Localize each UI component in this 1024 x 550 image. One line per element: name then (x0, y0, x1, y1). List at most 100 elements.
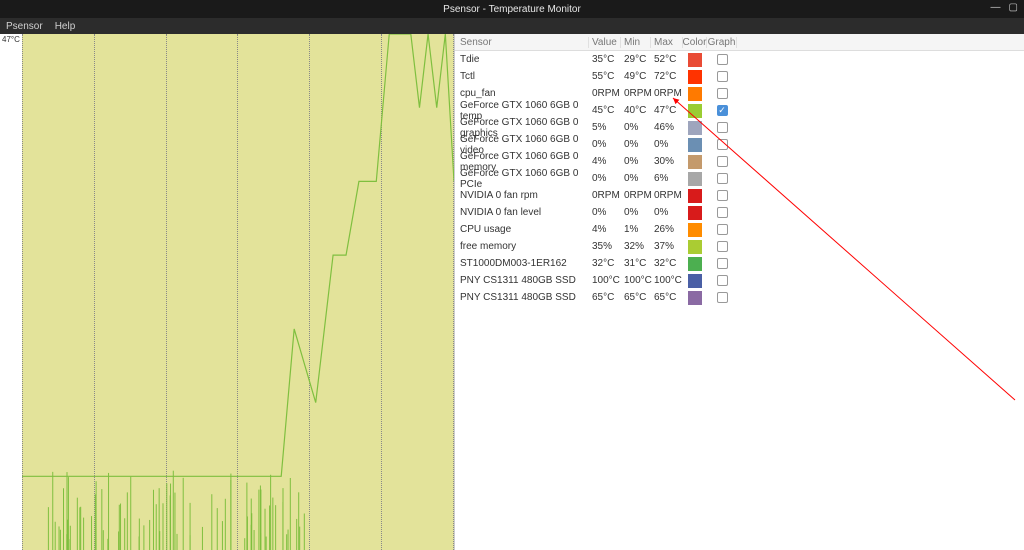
sensor-graph-checkbox[interactable] (707, 224, 737, 235)
sensor-value: 4% (589, 156, 621, 167)
col-value[interactable]: Value (589, 37, 621, 48)
sensor-color-swatch[interactable] (683, 223, 707, 237)
sensor-max: 65°C (651, 292, 683, 303)
col-color[interactable]: Color (683, 37, 707, 48)
sensor-min: 31°C (621, 258, 651, 269)
table-row[interactable]: Tdie35°C29°C52°C (455, 51, 1024, 68)
col-sensor[interactable]: Sensor (457, 37, 589, 48)
sensor-color-swatch[interactable] (683, 104, 707, 118)
sensor-min: 65°C (621, 292, 651, 303)
sensor-min: 0% (621, 207, 651, 218)
table-row[interactable]: PNY CS1311 480GB SSD100°C100°C100°C (455, 272, 1024, 289)
window-titlebar: Psensor - Temperature Monitor — ▢ (0, 0, 1024, 18)
table-row[interactable]: NVIDIA 0 fan rpm0RPM0RPM0RPM (455, 187, 1024, 204)
sensor-min: 40°C (621, 105, 651, 116)
sensor-min: 0% (621, 139, 651, 150)
col-max[interactable]: Max (651, 37, 683, 48)
table-row[interactable]: Tctl55°C49°C72°C (455, 68, 1024, 85)
sensor-graph-checkbox[interactable] (707, 173, 737, 184)
sensor-graph-checkbox[interactable] (707, 258, 737, 269)
sensor-name: ST1000DM003-1ER162 (457, 258, 589, 269)
main-content: 47°C Sensor Value Min Max Color Graph Td… (0, 34, 1024, 550)
sensor-color-swatch[interactable] (683, 206, 707, 220)
sensor-max: 30% (651, 156, 683, 167)
sensor-graph-checkbox[interactable] (707, 54, 737, 65)
sensor-table: Sensor Value Min Max Color Graph Tdie35°… (455, 34, 1024, 550)
sensor-graph-checkbox[interactable] (707, 241, 737, 252)
sensor-graph-checkbox[interactable] (707, 122, 737, 133)
menu-psensor[interactable]: Psensor (6, 21, 43, 32)
sensor-value: 100°C (589, 275, 621, 286)
sensor-graph-checkbox[interactable] (707, 88, 737, 99)
window-maximize-icon[interactable]: ▢ (1009, 2, 1018, 13)
sensor-graph-checkbox[interactable] (707, 190, 737, 201)
sensor-max: 46% (651, 122, 683, 133)
col-graph[interactable]: Graph (707, 37, 737, 48)
sensor-min: 29°C (621, 54, 651, 65)
table-row[interactable]: free memory35%32%37% (455, 238, 1024, 255)
sensor-value: 0RPM (589, 88, 621, 99)
menu-help[interactable]: Help (55, 21, 76, 32)
sensor-color-swatch[interactable] (683, 53, 707, 67)
sensor-max: 47°C (651, 105, 683, 116)
sensor-graph-checkbox[interactable] (707, 156, 737, 167)
sensor-color-swatch[interactable] (683, 257, 707, 271)
sensor-value: 45°C (589, 105, 621, 116)
sensor-name: CPU usage (457, 224, 589, 235)
sensor-color-swatch[interactable] (683, 240, 707, 254)
sensor-color-swatch[interactable] (683, 155, 707, 169)
sensor-name: free memory (457, 241, 589, 252)
sensor-value: 0RPM (589, 190, 621, 201)
sensor-max: 0RPM (651, 190, 683, 201)
sensor-graph-checkbox[interactable] (707, 275, 737, 286)
sensor-graph-checkbox[interactable] (707, 105, 737, 116)
sensor-color-swatch[interactable] (683, 291, 707, 305)
sensor-value: 0% (589, 207, 621, 218)
sensor-color-swatch[interactable] (683, 87, 707, 101)
window-title: Psensor - Temperature Monitor (443, 4, 581, 15)
table-row[interactable]: CPU usage4%1%26% (455, 221, 1024, 238)
sensor-max: 26% (651, 224, 683, 235)
window-controls: — ▢ (991, 2, 1018, 13)
sensor-color-swatch[interactable] (683, 274, 707, 288)
sensor-name: Tctl (457, 71, 589, 82)
table-row[interactable]: GeForce GTX 1060 6GB 0 PCIe0%0%6% (455, 170, 1024, 187)
sensor-value: 65°C (589, 292, 621, 303)
sensor-max: 72°C (651, 71, 683, 82)
graph-pane: 47°C (0, 34, 455, 550)
table-row[interactable]: NVIDIA 0 fan level0%0%0% (455, 204, 1024, 221)
sensor-name: GeForce GTX 1060 6GB 0 PCIe (457, 168, 589, 190)
window-minimize-icon[interactable]: — (991, 2, 1001, 13)
sensor-value: 35% (589, 241, 621, 252)
col-min[interactable]: Min (621, 37, 651, 48)
sensor-color-swatch[interactable] (683, 121, 707, 135)
sensor-min: 49°C (621, 71, 651, 82)
graph-ylabel-top: 47°C (2, 35, 20, 44)
sensor-color-swatch[interactable] (683, 70, 707, 84)
sensor-min: 100°C (621, 275, 651, 286)
sensor-graph-checkbox[interactable] (707, 139, 737, 150)
sensor-min: 0RPM (621, 88, 651, 99)
table-header-row: Sensor Value Min Max Color Graph (455, 34, 1024, 51)
sensor-max: 52°C (651, 54, 683, 65)
sensor-value: 4% (589, 224, 621, 235)
table-row[interactable]: ST1000DM003-1ER16232°C31°C32°C (455, 255, 1024, 272)
sensor-max: 100°C (651, 275, 683, 286)
sensor-name: cpu_fan (457, 88, 589, 99)
sensor-min: 32% (621, 241, 651, 252)
sensor-color-swatch[interactable] (683, 189, 707, 203)
sensor-name: NVIDIA 0 fan level (457, 207, 589, 218)
sensor-name: PNY CS1311 480GB SSD (457, 275, 589, 286)
sensor-color-swatch[interactable] (683, 138, 707, 152)
sensor-graph-checkbox[interactable] (707, 292, 737, 303)
sensor-color-swatch[interactable] (683, 172, 707, 186)
sensor-value: 35°C (589, 54, 621, 65)
sensor-max: 0% (651, 207, 683, 218)
sensor-graph-checkbox[interactable] (707, 71, 737, 82)
table-row[interactable]: PNY CS1311 480GB SSD65°C65°C65°C (455, 289, 1024, 306)
sensor-min: 0% (621, 173, 651, 184)
sensor-graph-checkbox[interactable] (707, 207, 737, 218)
sensor-name: NVIDIA 0 fan rpm (457, 190, 589, 201)
sensor-name: PNY CS1311 480GB SSD (457, 292, 589, 303)
sensor-max: 6% (651, 173, 683, 184)
